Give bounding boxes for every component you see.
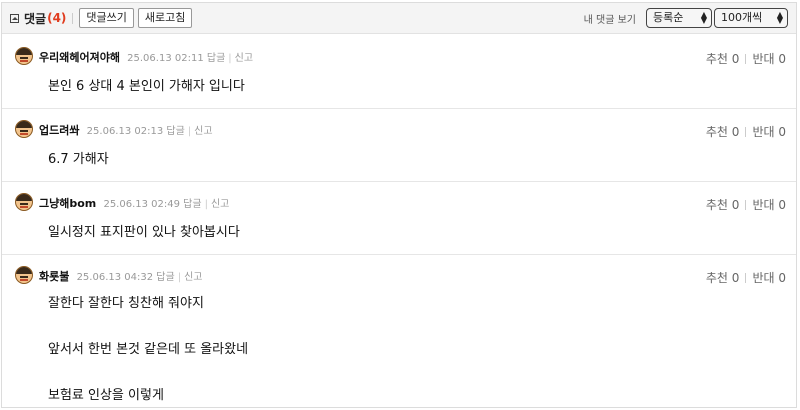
vote-box: 추천 0 반대 0 bbox=[706, 196, 786, 213]
timestamp: 25.06.13 04:32 bbox=[76, 272, 154, 283]
reply-link[interactable]: 답글 bbox=[183, 199, 201, 210]
comment-body: 6.7 가해자 bbox=[48, 146, 109, 173]
vote-box: 추천 0 반대 0 bbox=[706, 123, 786, 140]
avatar bbox=[15, 120, 33, 138]
comment-meta: 그냥해bom 25.06.13 02:49 답글 | 신고 bbox=[39, 197, 230, 210]
upvote-count: 0 bbox=[731, 271, 740, 285]
nickname[interactable]: 화룟불 bbox=[39, 270, 69, 283]
avatar bbox=[15, 193, 33, 211]
downvote-count: 0 bbox=[778, 52, 786, 66]
comment-section: 댓글 (4) 댓글쓰기 새로고침 내 댓글 보기 등록순 ▲ ▼ 100개씩 ▲ ▼… bbox=[1, 2, 797, 408]
comment-line: 6.7 가해자 bbox=[48, 152, 109, 167]
downvote-button[interactable]: 반대 0 bbox=[752, 271, 786, 285]
updown-icon: ▲ ▼ bbox=[776, 10, 783, 25]
comment-item: 업드려쏴 25.06.13 02:13 답글 | 신고 추천 0 반대 0 6.7 가… bbox=[2, 109, 796, 182]
timestamp: 25.06.13 02:49 bbox=[103, 199, 180, 210]
upvote-count: 0 bbox=[731, 198, 740, 212]
upvote-button[interactable]: 추천 0 bbox=[706, 271, 740, 285]
avatar bbox=[15, 266, 33, 284]
comment-line: 일시정지 표지판이 있나 찾아봅시다 bbox=[48, 225, 240, 240]
report-link[interactable]: 신고 bbox=[194, 126, 212, 137]
comment-line: 본인 6 상대 4 본인이 가해자 입니다 bbox=[48, 79, 245, 94]
vote-box: 추천 0 반대 0 bbox=[706, 50, 786, 67]
comment-line: 잘한다 잘한다 칭찬해 줘야지 bbox=[48, 296, 204, 311]
comment-count: (4) bbox=[47, 11, 67, 25]
comment-body: 본인 6 상대 4 본인이 가해자 입니다 bbox=[48, 73, 245, 100]
comment-meta: 업드려쏴 25.06.13 02:13 답글 | 신고 bbox=[39, 124, 213, 137]
my-comments-link[interactable]: 내 댓글 보기 bbox=[584, 11, 636, 26]
upvote-count: 0 bbox=[731, 52, 740, 66]
comment-line: 앞서서 한번 본것 같은데 또 올라왔네 bbox=[48, 342, 249, 357]
divider bbox=[72, 12, 74, 24]
comment-body: 잘한다 잘한다 칭찬해 줘야지 앞서서 한번 본것 같은데 또 올라왔네 보험료… bbox=[48, 292, 248, 407]
reply-link[interactable]: 답글 bbox=[156, 272, 174, 283]
comment-title: 댓글 bbox=[24, 11, 47, 26]
collapse-icon[interactable] bbox=[10, 13, 19, 23]
downvote-button[interactable]: 반대 0 bbox=[752, 198, 786, 212]
sort-select[interactable]: 등록순 ▲ ▼ bbox=[646, 8, 712, 28]
comment-meta: 화룟불 25.06.13 04:32 답글 | 신고 bbox=[39, 270, 203, 283]
upvote-button[interactable]: 추천 0 bbox=[706, 52, 740, 66]
comment-line: 보험료 인상을 이렇게 bbox=[48, 388, 164, 403]
upvote-count: 0 bbox=[731, 125, 740, 139]
comment-item: 그냥해bom 25.06.13 02:49 답글 | 신고 추천 0 반대 0 일시정… bbox=[2, 182, 796, 255]
upvote-button[interactable]: 추천 0 bbox=[706, 198, 740, 212]
comment-body: 일시정지 표지판이 있나 찾아봅시다 bbox=[48, 219, 240, 246]
sort-select-value: 등록순 bbox=[653, 11, 684, 24]
comment-item: 우리왜헤어져야해 25.06.13 02:11 답글 | 신고 추천 0 반대 0 본… bbox=[2, 36, 796, 109]
downvote-count: 0 bbox=[778, 198, 786, 212]
downvote-count: 0 bbox=[778, 125, 786, 139]
report-link[interactable]: 신고 bbox=[235, 53, 253, 64]
report-link[interactable]: 신고 bbox=[211, 199, 229, 210]
reply-link[interactable]: 답글 bbox=[207, 53, 225, 64]
upvote-button[interactable]: 추천 0 bbox=[706, 125, 740, 139]
nickname[interactable]: 업드려쏴 bbox=[39, 124, 79, 137]
refresh-button[interactable]: 새로고침 bbox=[137, 8, 193, 28]
vote-box: 추천 0 반대 0 bbox=[706, 269, 786, 286]
write-comment-button[interactable]: 댓글쓰기 bbox=[79, 8, 134, 28]
downvote-count: 0 bbox=[778, 271, 786, 285]
comment-item: 화룟불 25.06.13 04:32 답글 | 신고 추천 0 반대 0 잘한다 잘한… bbox=[2, 255, 796, 407]
avatar bbox=[15, 47, 33, 65]
downvote-button[interactable]: 반대 0 bbox=[752, 125, 786, 139]
comment-toolbar: 댓글 (4) 댓글쓰기 새로고침 내 댓글 보기 등록순 ▲ ▼ 100개씩 ▲ ▼ bbox=[2, 3, 796, 34]
nickname[interactable]: 그냥해bom bbox=[39, 197, 96, 210]
comment-meta: 우리왜헤어져야해 25.06.13 02:11 답글 | 신고 bbox=[39, 51, 254, 64]
timestamp: 25.06.13 02:11 bbox=[127, 53, 204, 64]
report-link[interactable]: 신고 bbox=[184, 272, 202, 283]
timestamp: 25.06.13 02:13 bbox=[86, 126, 164, 137]
reply-link[interactable]: 답글 bbox=[166, 126, 184, 137]
downvote-button[interactable]: 반대 0 bbox=[752, 52, 786, 66]
per-page-select[interactable]: 100개씩 ▲ ▼ bbox=[714, 8, 788, 28]
nickname[interactable]: 우리왜헤어져야해 bbox=[39, 51, 120, 64]
updown-icon: ▲ ▼ bbox=[700, 10, 707, 25]
per-page-select-value: 100개씩 bbox=[721, 11, 763, 24]
